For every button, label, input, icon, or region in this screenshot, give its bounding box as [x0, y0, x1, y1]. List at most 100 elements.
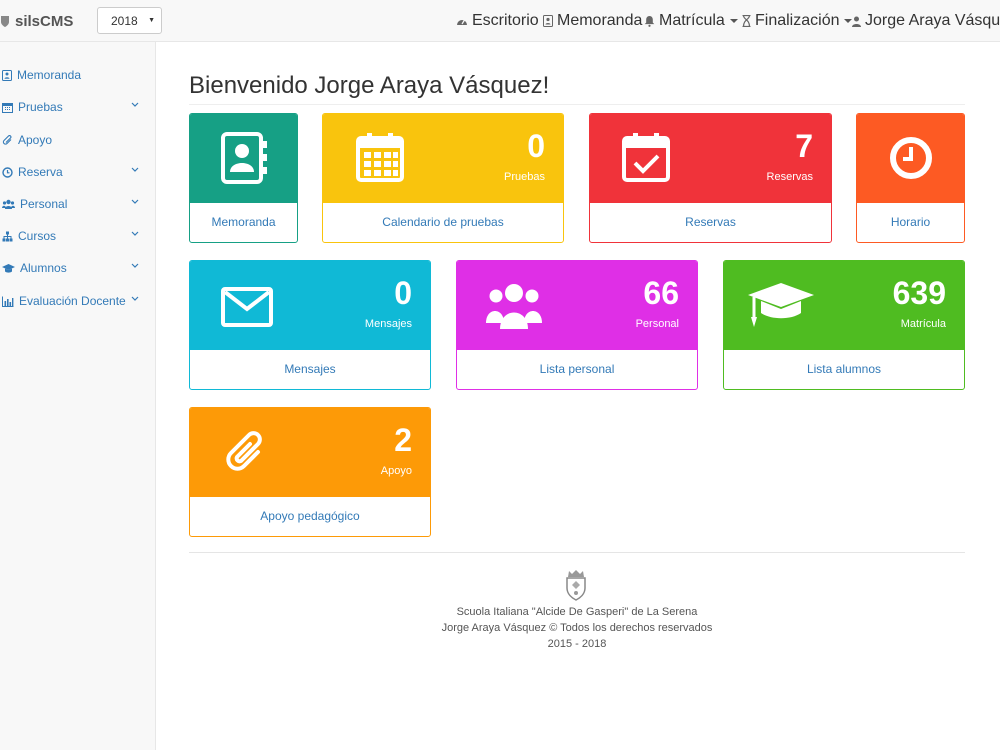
panel-footer-link[interactable]: Reservas — [590, 201, 831, 242]
footer-years: 2015 - 2018 — [547, 638, 607, 650]
nav-escritorio[interactable]: Escritorio — [456, 0, 539, 42]
bell-icon — [644, 16, 655, 27]
sidebar-item-cursos[interactable]: Cursos — [0, 224, 156, 248]
chevron-down-icon — [131, 167, 139, 172]
page-title: Bienvenido Jorge Araya Vásquez! — [189, 72, 550, 99]
panel-header — [857, 114, 964, 203]
user-icon — [852, 16, 861, 27]
chevron-down-icon — [131, 199, 139, 204]
sidebar-item-label: Memoranda — [17, 68, 82, 82]
panel-pruebas[interactable]: 0 Pruebas Calendario de pruebas — [322, 113, 564, 243]
reservas-count: 7 — [795, 128, 813, 164]
chevron-down-icon — [131, 231, 139, 236]
panel-footer-link[interactable]: Apoyo pedagógico — [190, 495, 430, 536]
apoyo-caption: Apoyo — [380, 465, 412, 477]
nav-user-label: Jorge Araya Vásquez — [865, 12, 1000, 29]
panel-mensajes[interactable]: 0 Mensajes Mensajes — [189, 260, 431, 390]
sidebar-item-personal[interactable]: Personal — [0, 192, 156, 216]
panel-header: 0 Pruebas — [323, 114, 563, 203]
chevron-down-icon — [131, 296, 139, 301]
memo-icon — [543, 15, 553, 27]
panel-footer-link[interactable]: Calendario de pruebas — [323, 201, 563, 242]
panel-footer-link[interactable]: Mensajes — [190, 348, 430, 389]
sitemap-icon — [2, 231, 13, 241]
sidebar-item-apoyo[interactable]: Apoyo — [0, 128, 156, 152]
panel-personal[interactable]: 66 Personal Lista personal — [456, 260, 698, 390]
year-select[interactable]: 2018 ▼ — [97, 7, 162, 34]
panel-footer-link[interactable]: Lista personal — [457, 348, 697, 389]
mensajes-count: 0 — [394, 275, 412, 311]
panel-footer-link[interactable]: Horario — [857, 201, 964, 242]
clock-icon — [2, 166, 13, 178]
footer-copyright: Jorge Araya Vásquez © Todos los derechos… — [441, 622, 713, 634]
chevron-down-icon: ▼ — [148, 17, 155, 24]
nav-matricula-label: Matrícula — [659, 12, 725, 29]
graduation-cap-icon — [2, 263, 15, 273]
footer-school: Scuola Italiana "Alcide De Gasperi" de L… — [456, 606, 698, 618]
title-divider — [189, 104, 965, 105]
apoyo-count: 2 — [394, 422, 412, 458]
calendar-icon — [356, 133, 404, 182]
users-icon — [2, 199, 15, 209]
nav-finalizacion-label: Finalización — [755, 12, 840, 29]
panel-header: 7 Reservas — [590, 114, 831, 203]
panel-header — [190, 114, 297, 203]
panel-memoranda[interactable]: Memoranda — [189, 113, 298, 243]
sidebar-item-label: Reserva — [18, 165, 63, 179]
panel-reservas[interactable]: 7 Reservas Reservas — [589, 113, 832, 243]
envelope-icon — [221, 287, 273, 327]
chevron-down-icon — [131, 102, 139, 107]
sidebar-item-label: Pruebas — [18, 100, 63, 114]
panel-header: 639 Matrícula — [724, 261, 964, 350]
panel-matricula[interactable]: 639 Matrícula Lista alumnos — [723, 260, 965, 390]
clock-icon — [890, 137, 932, 179]
pruebas-caption: Pruebas — [504, 171, 545, 183]
panel-header: 0 Mensajes — [190, 261, 430, 350]
panel-apoyo[interactable]: 2 Apoyo Apoyo pedagógico — [189, 407, 431, 537]
graduation-cap-icon — [748, 283, 814, 327]
brand[interactable]: silsCMS — [0, 0, 73, 42]
calendar-check-icon — [622, 133, 670, 182]
paperclip-icon — [226, 431, 262, 471]
sidebar-item-memoranda[interactable]: Memoranda — [0, 63, 156, 87]
year-select-value: 2018 — [111, 13, 138, 28]
sidebar-item-label: Apoyo — [18, 133, 53, 147]
matricula-count: 639 — [892, 275, 946, 311]
panel-horario[interactable]: Horario — [856, 113, 965, 243]
sidebar-item-label: Alumnos — [20, 261, 67, 275]
memo-icon — [2, 69, 12, 81]
top-navbar: silsCMS 2018 ▼ Escritorio Memoranda Matr… — [0, 0, 1000, 42]
panel-header: 66 Personal — [457, 261, 697, 350]
contact-book-icon — [221, 132, 267, 184]
personal-count: 66 — [643, 275, 679, 311]
sidebar-item-reserva[interactable]: Reserva — [0, 160, 156, 184]
calendar-icon — [2, 102, 13, 113]
bar-chart-icon — [2, 296, 14, 307]
sidebar-item-alumnos[interactable]: Alumnos — [0, 256, 156, 280]
reservas-caption: Reservas — [766, 171, 813, 183]
dashboard-icon — [457, 19, 467, 25]
sidebar-item-evaluacion-docente[interactable]: Evaluación Docente — [0, 289, 156, 313]
personal-caption: Personal — [635, 318, 679, 330]
brand-name: silsCMS — [15, 12, 74, 30]
panel-footer-link[interactable]: Lista alumnos — [724, 348, 964, 389]
panel-footer-link[interactable]: Memoranda — [190, 201, 297, 242]
nav-matricula[interactable]: Matrícula — [644, 0, 738, 42]
sidebar-item-pruebas[interactable]: Pruebas — [0, 95, 156, 119]
sidebar-item-label: Personal — [20, 197, 68, 211]
sidebar-item-label: Cursos — [18, 229, 57, 243]
sidebar: Memoranda Pruebas Apoyo Reserva Personal… — [0, 42, 156, 750]
sidebar-item-label: Evaluación Docente — [19, 294, 126, 308]
mensajes-caption: Mensajes — [364, 318, 412, 330]
paperclip-icon — [2, 134, 12, 145]
nav-finalizacion[interactable]: Finalización — [742, 0, 853, 42]
nav-escritorio-label: Escritorio — [472, 12, 539, 29]
caret-down-icon — [729, 19, 738, 23]
nav-user-menu[interactable]: Jorge Araya Vásquez — [852, 0, 1000, 42]
matricula-caption: Matrícula — [900, 318, 946, 330]
crest-icon — [1, 16, 9, 27]
nav-memoranda[interactable]: Memoranda — [543, 0, 642, 42]
pruebas-count: 0 — [527, 128, 545, 164]
footer-divider — [189, 552, 965, 553]
hourglass-icon — [742, 15, 751, 27]
